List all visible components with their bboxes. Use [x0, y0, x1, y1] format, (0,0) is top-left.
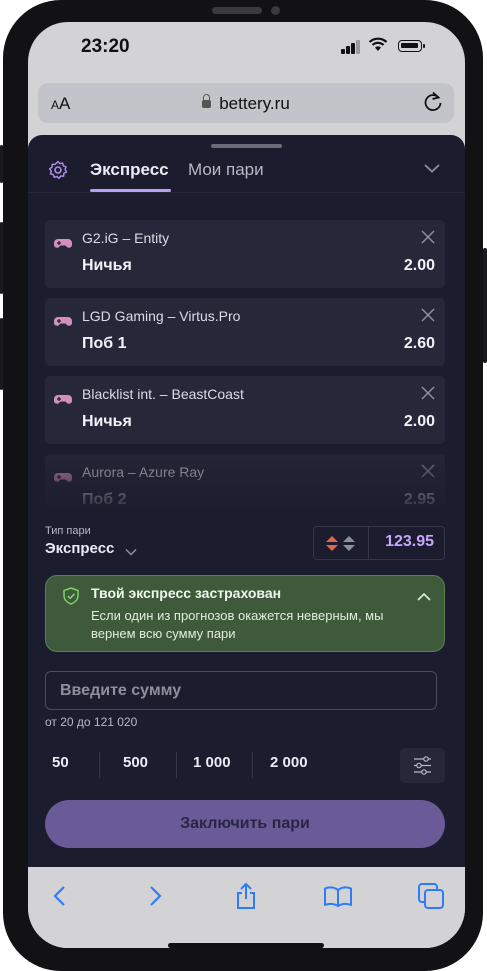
battery-icon — [398, 40, 425, 52]
screen: 23:20 AA bettery.ru Экспресс Мои пари G2… — [28, 22, 465, 948]
odds-change-icon — [314, 527, 369, 559]
bet-odds: 2.60 — [403, 335, 435, 352]
volume-up-button — [0, 222, 3, 294]
quick-amount-button[interactable]: 2 000 — [270, 754, 308, 771]
tabs-icon[interactable] — [416, 881, 446, 911]
betslip-tabs: Экспресс Мои пари — [28, 157, 465, 193]
quick-amount-button[interactable]: 500 — [123, 754, 148, 771]
insurance-banner[interactable]: Твой экспресс застрахован Если один из п… — [45, 575, 445, 652]
url-text: bettery.ru — [219, 94, 290, 113]
bet-outcome: Ничья — [82, 413, 132, 430]
tab-my-bets[interactable]: Мои пари — [188, 160, 264, 180]
bet-type-label: Тип пари — [45, 525, 91, 537]
insurance-title: Твой экспресс застрахован — [91, 585, 282, 601]
gamepad-icon — [54, 392, 72, 404]
cellular-signal-icon — [341, 40, 363, 54]
reload-icon[interactable] — [422, 90, 444, 120]
bet-outcome: Ничья — [82, 257, 132, 274]
bet-outcome: Поб 1 — [82, 335, 127, 352]
remove-bet-icon[interactable] — [421, 308, 435, 322]
chevron-down-icon[interactable] — [424, 160, 440, 176]
total-odds-value: 123.95 — [385, 533, 434, 550]
sheet-drag-handle[interactable] — [211, 144, 282, 148]
divider — [176, 752, 177, 778]
amount-input[interactable] — [45, 671, 437, 710]
speaker — [212, 7, 262, 14]
chevron-down-icon[interactable] — [125, 545, 137, 557]
match-name: G2.iG – Entity — [82, 230, 170, 246]
share-icon[interactable] — [231, 881, 261, 911]
bet-outcome: Поб 2 — [82, 491, 127, 508]
gamepad-icon — [54, 470, 72, 482]
total-odds-box: 123.95 — [313, 526, 445, 560]
remove-bet-icon[interactable] — [421, 386, 435, 400]
power-button — [483, 248, 487, 363]
match-name: Aurora – Azure Ray — [82, 464, 205, 480]
place-bet-button[interactable]: Заключить пари — [45, 800, 445, 848]
remove-bet-icon[interactable] — [421, 464, 435, 478]
tab-express[interactable]: Экспресс — [90, 160, 169, 180]
home-indicator — [168, 943, 324, 948]
bet-odds: 2.95 — [403, 491, 435, 508]
bet-type-select[interactable]: Экспресс — [45, 540, 114, 557]
volume-down-button — [0, 318, 3, 390]
quick-amount-button[interactable]: 50 — [52, 754, 69, 771]
status-bar: 23:20 — [28, 22, 465, 72]
url-display[interactable]: bettery.ru — [38, 94, 454, 114]
browser-toolbar — [28, 867, 465, 948]
bet-odds: 2.00 — [403, 413, 435, 430]
front-camera — [271, 6, 280, 15]
insurance-text: Если один из прогнозов окажется неверным… — [91, 608, 384, 641]
active-tab-indicator — [90, 189, 171, 192]
gamepad-icon — [54, 314, 72, 326]
phone-frame: 23:20 AA bettery.ru Экспресс Мои пари G2… — [0, 0, 487, 971]
gear-icon[interactable] — [48, 160, 68, 180]
bet-odds: 2.00 — [403, 257, 435, 274]
book-icon[interactable] — [323, 881, 353, 911]
back-icon[interactable] — [46, 881, 76, 911]
bet-list: G2.iG – Entity Ничья 2.00 LGD Gaming – V… — [45, 220, 445, 508]
lock-icon — [202, 94, 212, 108]
wifi-icon — [368, 37, 388, 57]
sliders-icon[interactable] — [400, 748, 445, 783]
mute-switch — [0, 145, 3, 183]
divider — [252, 752, 253, 778]
bet-card: LGD Gaming – Virtus.Pro Поб 1 2.60 — [45, 298, 445, 366]
address-bar[interactable]: AA bettery.ru — [38, 83, 454, 123]
shield-check-icon — [63, 587, 79, 605]
clock: 23:20 — [81, 36, 130, 57]
match-name: Blacklist int. – BeastCoast — [82, 386, 244, 402]
forward-icon[interactable] — [139, 881, 169, 911]
bet-card: Aurora – Azure Ray Поб 2 2.95 — [45, 454, 445, 508]
divider — [99, 752, 100, 778]
betslip-sheet: Экспресс Мои пари G2.iG – Entity Ничья 2… — [28, 135, 465, 867]
match-name: LGD Gaming – Virtus.Pro — [82, 308, 241, 324]
bet-card: G2.iG – Entity Ничья 2.00 — [45, 220, 445, 288]
bet-card: Blacklist int. – BeastCoast Ничья 2.00 — [45, 376, 445, 444]
quick-amount-button[interactable]: 1 000 — [193, 754, 231, 771]
gamepad-icon — [54, 236, 72, 248]
amount-range: от 20 до 121 020 — [45, 715, 138, 729]
remove-bet-icon[interactable] — [421, 230, 435, 244]
chevron-up-icon[interactable] — [416, 589, 432, 605]
